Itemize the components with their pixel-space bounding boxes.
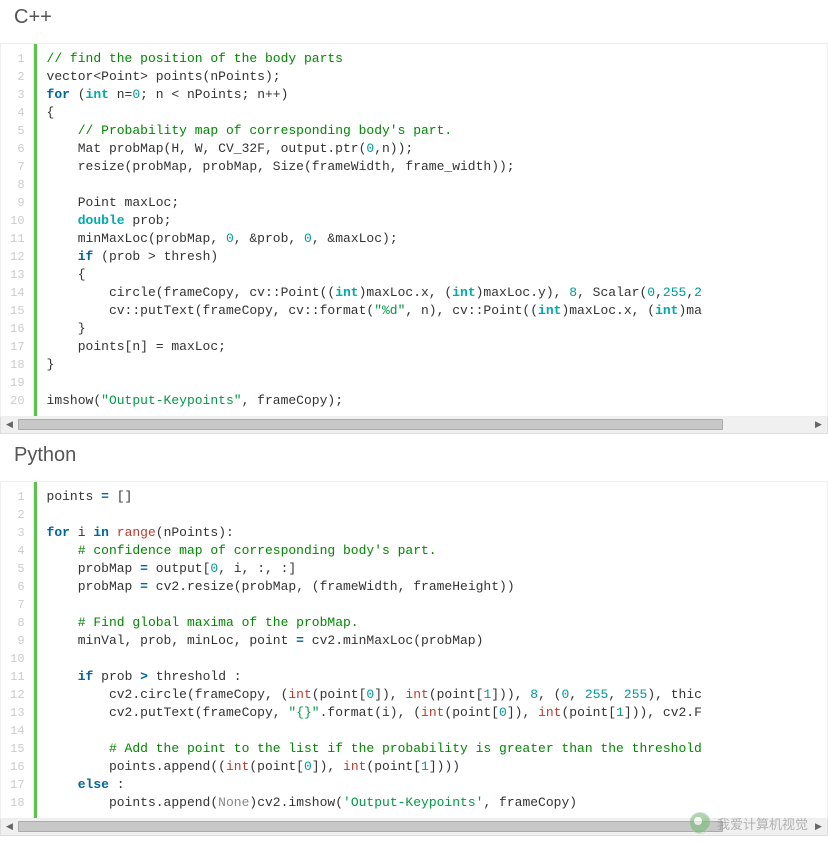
watermark-text: 我爱计算机视觉 — [717, 814, 808, 833]
scroll-right-icon[interactable]: ▶ — [810, 417, 827, 432]
watermark: 我爱计算机视觉 — [689, 812, 808, 834]
python-scroll-thumb[interactable] — [18, 821, 723, 832]
cpp-code[interactable]: // find the position of the body partsve… — [34, 44, 827, 416]
python-code[interactable]: points = []for i in range(nPoints): # co… — [34, 482, 827, 818]
cpp-hscroll[interactable]: ◀ ▶ — [0, 417, 828, 434]
python-section: Python 123456789101112131415161718 point… — [0, 444, 828, 836]
python-code-block: 123456789101112131415161718 points = []f… — [0, 481, 828, 819]
python-title: Python — [14, 444, 828, 467]
cpp-code-block: 1234567891011121314151617181920 // find … — [0, 43, 828, 417]
cpp-gutter: 1234567891011121314151617181920 — [1, 44, 34, 416]
watermark-logo-icon — [689, 812, 711, 834]
cpp-scroll-thumb[interactable] — [18, 419, 723, 430]
scroll-left-icon[interactable]: ◀ — [1, 417, 18, 432]
cpp-scroll-track[interactable] — [18, 417, 810, 432]
scroll-right-icon[interactable]: ▶ — [810, 819, 827, 834]
cpp-section: C++ 1234567891011121314151617181920 // f… — [0, 6, 828, 434]
scroll-left-icon[interactable]: ◀ — [1, 819, 18, 834]
python-gutter: 123456789101112131415161718 — [1, 482, 34, 818]
cpp-title: C++ — [14, 6, 828, 29]
